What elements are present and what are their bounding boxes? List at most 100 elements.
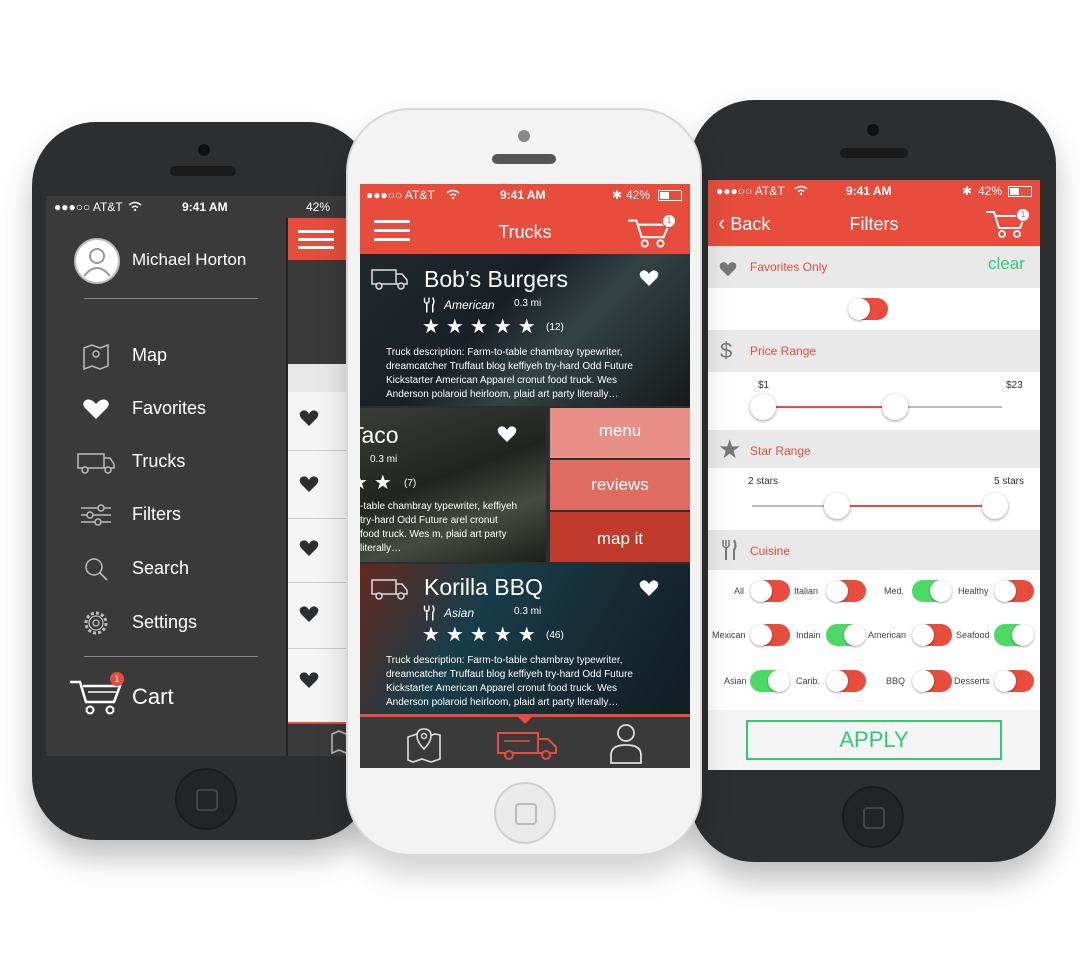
- cuisine-toggle-seafood[interactable]: [994, 624, 1034, 646]
- cuisine-toggle-american[interactable]: [912, 624, 952, 646]
- truck-description: Truck description: Farm-to-table chambra…: [386, 347, 633, 400]
- status-bar: ●●●○○ AT&T 9:41 AM ✱ 42%: [708, 180, 1040, 202]
- truck-icon: [497, 732, 557, 760]
- cuisine-toggle-bbq[interactable]: [912, 670, 952, 692]
- front-camera: [867, 124, 879, 136]
- wifi-icon: [794, 184, 808, 198]
- cuisine-toggle-all[interactable]: [750, 580, 790, 602]
- carrier-label: ●●●○○ AT&T: [716, 184, 785, 198]
- review-count: (12): [546, 322, 564, 333]
- truck-icon: [370, 266, 410, 297]
- cuisine-label: Seafood: [956, 630, 990, 640]
- status-bar: ●●●○○ AT&T 9:41 AM 42%: [46, 196, 360, 218]
- divider: [84, 656, 258, 657]
- star-min-label: 2 stars: [748, 476, 779, 487]
- cuisine-toggle-desserts[interactable]: [994, 670, 1034, 692]
- menu-item-trucks[interactable]: Trucks: [76, 442, 306, 482]
- star-max-label: 5 stars: [994, 476, 1025, 487]
- tab-map[interactable]: [404, 725, 444, 768]
- map-icon: [76, 340, 116, 372]
- cart-button[interactable]: 1: [626, 214, 680, 252]
- home-button[interactable]: [842, 786, 904, 848]
- menu-item-map[interactable]: Map: [76, 336, 306, 376]
- star-min-handle[interactable]: [824, 493, 850, 519]
- battery-label: 42%: [978, 184, 1003, 198]
- clear-button[interactable]: clear: [988, 254, 1025, 274]
- reviews-action-button[interactable]: reviews: [550, 460, 690, 510]
- cuisine-label: Carib.: [796, 676, 821, 686]
- fork-knife-icon: [720, 538, 738, 567]
- price-slider-row: $1 $23: [708, 372, 1040, 430]
- cart-button[interactable]: 1 Cart: [68, 672, 228, 724]
- cuisine-label: Med.: [884, 586, 905, 596]
- rating-stars: ★★★★★: [422, 624, 542, 646]
- heart-icon[interactable]: [298, 408, 320, 433]
- home-button[interactable]: [175, 768, 237, 830]
- favorites-toggle[interactable]: [848, 298, 888, 320]
- truck-card-taco[interactable]: Taco 0.3 mi ★★ (7) -table chambray typew…: [360, 408, 690, 562]
- home-button[interactable]: [494, 782, 556, 844]
- apply-button[interactable]: APPLY: [746, 720, 1002, 760]
- tab-profile[interactable]: [608, 721, 644, 768]
- price-slider-fill: [764, 406, 894, 408]
- menu-label: Map: [132, 345, 168, 365]
- user-name: Michael Horton: [132, 250, 247, 269]
- cuisine-label: Healthy: [958, 586, 989, 596]
- cart-button[interactable]: 1: [984, 206, 1034, 242]
- carrier-label: ●●●○○ AT&T: [366, 188, 435, 202]
- hamburger-icon[interactable]: [298, 230, 334, 250]
- battery-icon: [658, 190, 682, 201]
- filters-header: ●●●○○ AT&T 9:41 AM ✱ 42% ‹ Back Filters …: [708, 180, 1040, 246]
- truck-distance: 0.3 mi: [370, 454, 398, 465]
- favorites-toggle-row: [708, 288, 1040, 330]
- cuisine-toggle-carib[interactable]: [826, 670, 866, 692]
- heart-icon[interactable]: [638, 578, 660, 603]
- star-max-handle[interactable]: [982, 493, 1008, 519]
- truck-card-bobs[interactable]: Bob’s Burgers American 0.3 mi ★★★★★ (12)…: [360, 254, 690, 406]
- avatar[interactable]: [74, 238, 120, 284]
- wifi-icon: [446, 188, 460, 202]
- menu-item-filters[interactable]: Filters: [76, 495, 306, 535]
- cuisine-toggle-med[interactable]: [912, 580, 952, 602]
- carrier-label: ●●●○○ AT&T: [54, 200, 123, 214]
- bluetooth-icon: ✱: [962, 184, 973, 198]
- price-max-handle[interactable]: [882, 394, 908, 420]
- heart-icon[interactable]: [298, 670, 320, 695]
- truck-cuisine: American: [444, 298, 495, 312]
- avatar-silhouette-icon: [83, 248, 111, 277]
- trucks-header: ●●●○○ AT&T 9:41 AM ✱ 42% Trucks 1: [360, 184, 690, 254]
- wifi-icon: [128, 200, 142, 214]
- tab-trucks[interactable]: [494, 727, 560, 768]
- menu-item-search[interactable]: Search: [76, 549, 306, 589]
- heart-icon[interactable]: [638, 268, 660, 293]
- price-min-handle[interactable]: [750, 394, 776, 420]
- truck-cuisine: Asian: [444, 606, 475, 620]
- heart-icon[interactable]: [298, 474, 320, 499]
- apply-bar: APPLY: [708, 710, 1040, 770]
- cuisine-toggle-indain[interactable]: [826, 624, 866, 646]
- heart-icon[interactable]: [298, 538, 320, 563]
- side-drawer: Michael Horton Map Favorites Trucks Filt…: [46, 218, 286, 756]
- star-icon: ★: [718, 434, 742, 464]
- earpiece: [840, 148, 908, 158]
- cuisine-toggle-mexican[interactable]: [750, 624, 790, 646]
- tab-bar: [360, 714, 690, 768]
- cuisine-toggle-asian[interactable]: [750, 670, 790, 692]
- menu-label: Filters: [132, 504, 181, 524]
- cuisine-toggle-healthy[interactable]: [994, 580, 1034, 602]
- cart-badge: 1: [662, 214, 676, 228]
- menu-action-button[interactable]: menu: [550, 408, 690, 458]
- right-phone: ●●●○○ AT&T 9:41 AM ✱ 42% ‹ Back Filters …: [690, 100, 1056, 862]
- heart-icon[interactable]: [496, 424, 518, 449]
- battery-icon: [1008, 186, 1032, 197]
- favorites-label: Favorites Only: [750, 260, 828, 274]
- map-action-button[interactable]: map it: [550, 512, 690, 562]
- truck-card-korilla[interactable]: Korilla BBQ Asian 0.3 mi ★★★★★ (46) Truc…: [360, 564, 690, 714]
- sliders-icon: [76, 499, 116, 531]
- cuisine-toggle-italian[interactable]: [826, 580, 866, 602]
- menu-item-favorites[interactable]: Favorites: [76, 389, 306, 429]
- heart-icon[interactable]: [298, 604, 320, 629]
- menu-item-settings[interactable]: Settings: [76, 603, 306, 643]
- star-slider-fill: [836, 505, 994, 507]
- menu-label: Favorites: [132, 398, 207, 418]
